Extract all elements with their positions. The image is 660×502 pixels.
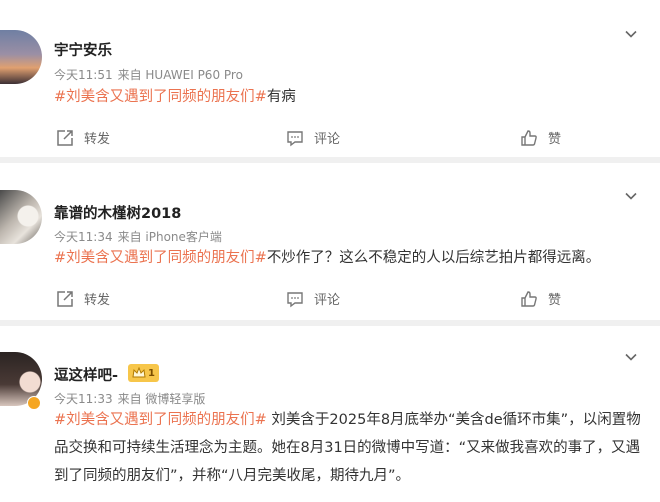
chevron-down-icon[interactable] xyxy=(624,189,638,203)
post-source: 来自 微博轻享版 xyxy=(117,392,206,406)
post-meta: 今天11:34 来自 iPhone客户端 xyxy=(54,228,227,245)
chevron-down-icon[interactable] xyxy=(624,350,638,364)
hashtag-link[interactable]: #刘美含又遇到了同频的朋友们# xyxy=(54,412,267,428)
like-label: 赞 xyxy=(548,293,562,308)
like-icon xyxy=(521,129,537,146)
post-source: 来自 HUAWEI P60 Pro xyxy=(117,68,243,82)
repost-label: 转发 xyxy=(84,293,111,308)
post-text: #刘美含又遇到了同频的朋友们#不炒作了？这么不稳定的人以后综艺拍片都得远离。 xyxy=(54,244,644,272)
post-time: 今天11:51 xyxy=(54,68,113,82)
repost-icon xyxy=(57,129,73,146)
vip-level: 1 xyxy=(148,367,155,379)
post-text: #刘美含又遇到了同频的朋友们# 刘美含于2025年8月底举办“美含de循环市集”… xyxy=(54,406,644,490)
vip-badge[interactable]: 1 xyxy=(128,364,159,382)
repost-button[interactable]: 转发 xyxy=(56,289,110,308)
username[interactable]: 宇宁安乐 xyxy=(54,39,112,60)
post-body: 有病 xyxy=(266,89,296,105)
comment-icon xyxy=(287,130,303,146)
repost-icon xyxy=(57,290,73,307)
hashtag-link[interactable]: #刘美含又遇到了同频的朋友们# xyxy=(54,89,267,105)
post-meta: 今天11:33 来自 微博轻享版 xyxy=(54,390,210,407)
like-icon xyxy=(521,290,537,307)
comment-icon xyxy=(287,291,303,307)
comment-button[interactable]: 评论 xyxy=(286,128,340,147)
post-time: 今天11:33 xyxy=(54,392,113,406)
username[interactable]: 靠谱的木槿树2018 xyxy=(54,202,181,223)
crown-icon xyxy=(132,367,146,378)
post-body: 不炒作了？这么不稳定的人以后综艺拍片都得远离。 xyxy=(266,250,601,266)
post-text: #刘美含又遇到了同频的朋友们#有病 xyxy=(54,83,644,111)
repost-button[interactable]: 转发 xyxy=(56,128,110,147)
verified-badge-icon xyxy=(27,396,41,410)
username[interactable]: 逗这样吧- xyxy=(54,364,118,385)
like-label: 赞 xyxy=(548,132,562,147)
comment-button[interactable]: 评论 xyxy=(286,289,340,308)
comment-label: 评论 xyxy=(314,132,341,147)
like-button[interactable]: 赞 xyxy=(520,128,561,147)
post-source: 来自 iPhone客户端 xyxy=(117,230,222,244)
like-button[interactable]: 赞 xyxy=(520,289,561,308)
hashtag-link[interactable]: #刘美含又遇到了同频的朋友们# xyxy=(54,250,267,266)
comment-label: 评论 xyxy=(314,293,341,308)
repost-label: 转发 xyxy=(84,132,111,147)
post-meta: 今天11:51 来自 HUAWEI P60 Pro xyxy=(54,66,248,83)
chevron-down-icon[interactable] xyxy=(624,27,638,41)
post-time: 今天11:34 xyxy=(54,230,113,244)
